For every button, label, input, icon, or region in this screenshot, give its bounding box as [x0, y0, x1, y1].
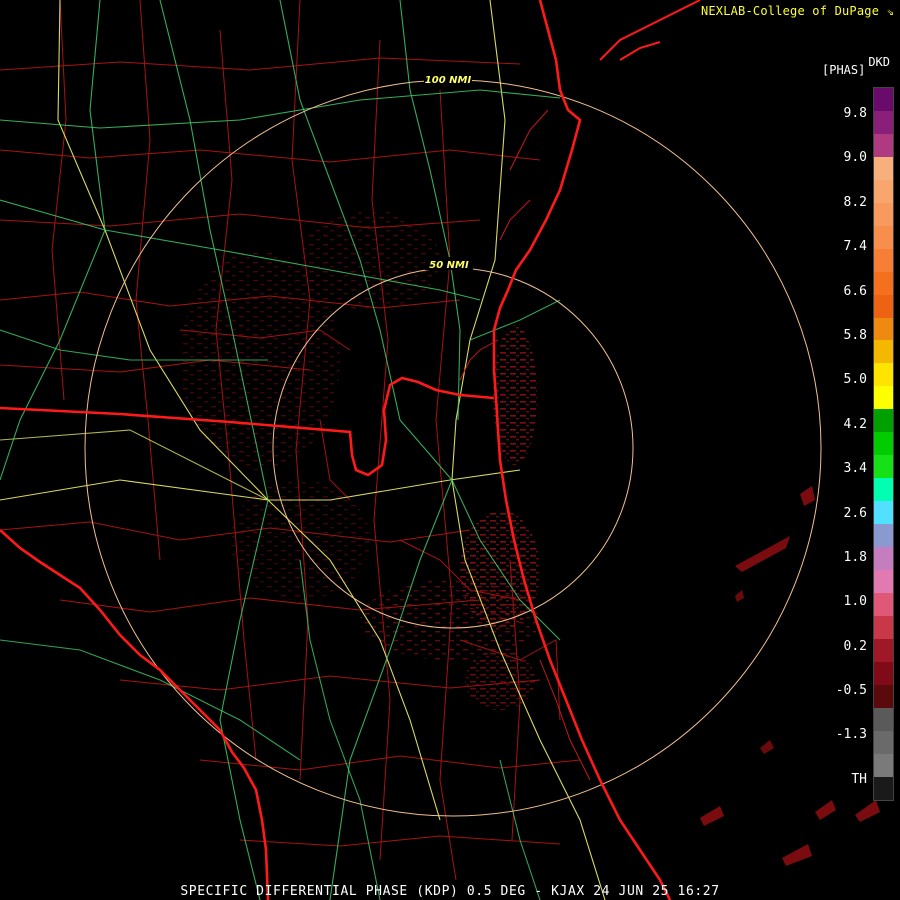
colorbar-label: 4.2 — [843, 417, 867, 432]
colorbar-label: 2.6 — [843, 506, 867, 521]
colorbar-swatch — [874, 294, 893, 318]
colorbar-swatch — [874, 684, 893, 708]
colorbar-swatch — [874, 478, 893, 502]
radar-echoes — [180, 210, 880, 866]
colorbar-label: 8.2 — [843, 195, 867, 210]
ring-label-50: 50 NMI — [429, 260, 469, 271]
colorbar-label: 0.2 — [843, 639, 867, 654]
colorbar-swatch — [874, 317, 893, 341]
colorbar-swatch — [874, 179, 893, 203]
colorbar-label: 7.4 — [843, 239, 867, 254]
product-code: DKD — [868, 55, 890, 69]
colorbar-swatch — [874, 271, 893, 295]
radar-map[interactable]: 50 NMI 100 NMI — [0, 0, 900, 900]
colorbar-swatch — [874, 88, 893, 111]
colorbar-swatch — [874, 524, 893, 548]
colorbar-swatch — [874, 409, 893, 433]
colorbar-swatch — [874, 615, 893, 639]
colorbar-swatch — [874, 110, 893, 134]
colorbar-swatch — [874, 248, 893, 272]
colorbar-swatch — [874, 202, 893, 226]
colorbar-swatch — [874, 455, 893, 479]
product-title: SPECIFIC DIFFERENTIAL PHASE (KDP) 0.5 DE… — [180, 884, 720, 899]
colorbar-swatch — [874, 156, 893, 180]
colorbar-label: TH — [851, 772, 867, 787]
colorbar-swatch — [874, 363, 893, 387]
colorbar-swatch — [874, 225, 893, 249]
colorbar-swatch — [874, 753, 893, 777]
colorbar-swatch — [874, 432, 893, 456]
colorbar-label: 6.6 — [843, 284, 867, 299]
colorbar-label: 3.4 — [843, 461, 867, 476]
colorbar-swatch — [874, 592, 893, 616]
colorbar-swatch — [874, 386, 893, 410]
colorbar-swatch — [874, 730, 893, 754]
ring-label-100: 100 NMI — [425, 75, 472, 86]
colorbar-label: -0.5 — [835, 683, 867, 698]
colorbar-label: 9.0 — [843, 150, 867, 165]
corner-arrow-icon: ⇘ — [879, 4, 894, 18]
colorbar-label: 9.8 — [843, 106, 867, 121]
colorbar-label: 1.8 — [843, 550, 867, 565]
colorbar-swatch — [874, 340, 893, 364]
colorbar-swatch — [874, 776, 893, 800]
credit-text: NEXLAB-College of DuPage ⇘ — [700, 4, 894, 18]
colorbar-unit: [PHAS] — [822, 63, 866, 77]
colorbar — [873, 87, 894, 801]
colorbar-swatch — [874, 707, 893, 731]
colorbar-label: -1.3 — [835, 727, 867, 742]
colorbar-swatch — [874, 570, 893, 593]
colorbar-label: 5.8 — [843, 328, 867, 343]
colorbar-swatch — [874, 501, 893, 525]
colorbar-label: 1.0 — [843, 594, 867, 609]
colorbar-swatch — [874, 638, 893, 662]
colorbar-swatch — [874, 133, 893, 157]
colorbar-swatch — [874, 661, 893, 685]
coastline — [0, 0, 701, 900]
colorbar-swatch — [874, 547, 893, 571]
colorbar-label: 5.0 — [843, 372, 867, 387]
